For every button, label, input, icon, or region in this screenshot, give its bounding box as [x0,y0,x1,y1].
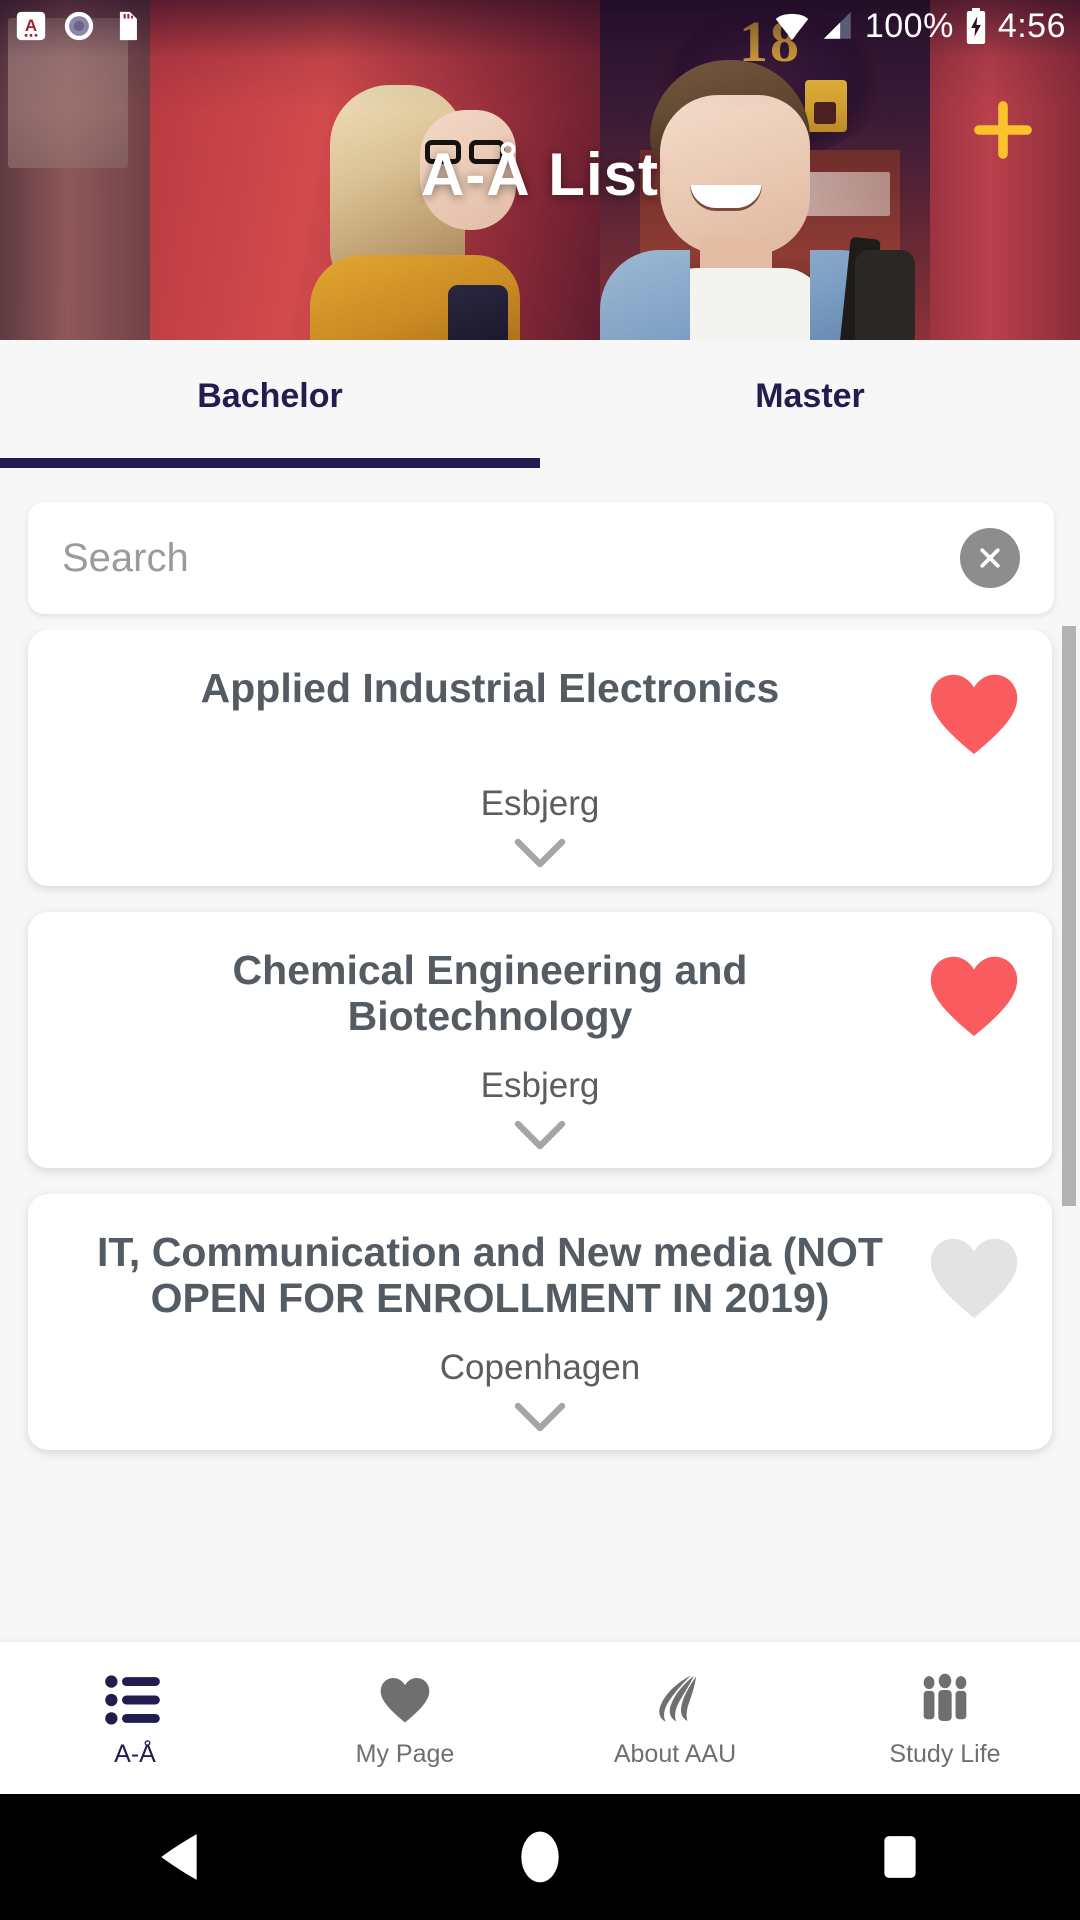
aau-logo-icon [659,1674,697,1722]
favorite-button[interactable] [924,1234,1024,1322]
list-item[interactable]: IT, Communication and New media (NOT OPE… [28,1194,1052,1450]
nav-item-a-aa[interactable]: A-Å [0,1642,270,1794]
status-bar-right: 100% 4:56 [773,7,1066,46]
list-scrollbar[interactable] [1062,626,1076,1206]
tab-bachelor-label: Bachelor [197,376,343,415]
program-title: Chemical Engineering and Biotechnology [232,947,748,1039]
clear-icon [980,548,1000,568]
status-bar: A 100% 4:56 [0,0,1080,52]
expand-button[interactable] [56,838,1024,868]
nav-item-a-aa-label: A-Å [114,1739,156,1768]
chevron-down-icon [514,838,566,868]
android-home-button[interactable] [360,1830,720,1884]
app-screen: 18 A-Å List [0,0,1080,1920]
list-item[interactable]: Chemical Engineering and Biotechnology E… [28,912,1052,1168]
program-location: Esbjerg [480,1066,600,1105]
favorite-button[interactable] [924,952,1024,1040]
search-input[interactable] [62,535,960,581]
program-location: Esbjerg [480,784,600,823]
search-bar[interactable] [28,502,1054,614]
nav-item-study-life-label: Study Life [889,1739,1001,1768]
heart-icon [380,1677,430,1722]
tab-active-indicator [0,458,540,468]
add-button[interactable] [957,84,1049,176]
nav-item-my-page[interactable]: My Page [270,1642,540,1794]
search-clear-button[interactable] [960,528,1020,588]
battery-charging-icon [966,8,985,44]
tab-master[interactable]: Master [540,340,1080,452]
tab-master-label: Master [755,376,865,415]
program-location: Copenhagen [439,1348,641,1387]
expand-button[interactable] [56,1402,1024,1432]
chevron-down-icon [514,1402,566,1432]
sd-card-icon [119,11,137,41]
back-triangle-icon [161,1834,197,1880]
status-bar-left-icons: A [14,9,144,43]
page-title: A-Å List [421,141,659,208]
android-back-button[interactable] [0,1832,360,1882]
program-list[interactable]: Applied Industrial Electronics Esbjerg C… [0,630,1080,1642]
heart-filled-icon [930,674,1018,754]
chevron-down-icon [514,1120,566,1150]
list-icon [105,1674,160,1725]
heart-outline-icon [930,1238,1018,1318]
app-notification-icon: A [16,11,46,41]
heart-filled-icon [930,956,1018,1036]
home-circle-icon [521,1831,559,1883]
bottom-navigation: A-Å My Page About AAU Study Life [0,1642,1080,1794]
cellular-signal-icon [823,11,851,39]
android-recents-button[interactable] [720,1832,1080,1882]
nav-item-study-life[interactable]: Study Life [810,1642,1080,1794]
program-title: Applied Industrial Electronics [200,665,780,711]
people-icon [923,1673,967,1721]
add-icon [974,101,1032,159]
battery-percent: 100% [864,6,954,45]
tab-bachelor[interactable]: Bachelor [0,340,540,452]
svg-text:A: A [25,16,37,35]
nav-item-about-aau[interactable]: About AAU [540,1642,810,1794]
android-navigation-bar [0,1794,1080,1920]
recents-square-icon [884,1836,916,1878]
tab-bar: Bachelor Master [0,340,1080,462]
status-bar-clock: 4:56 [997,6,1066,45]
program-title: IT, Communication and New media (NOT OPE… [97,1229,883,1321]
record-circle-icon [64,11,94,41]
wifi-icon [775,13,809,40]
favorite-button[interactable] [924,670,1024,758]
nav-item-my-page-label: My Page [355,1739,455,1768]
nav-item-about-aau-label: About AAU [613,1739,737,1768]
list-item[interactable]: Applied Industrial Electronics Esbjerg [28,630,1052,886]
expand-button[interactable] [56,1120,1024,1150]
